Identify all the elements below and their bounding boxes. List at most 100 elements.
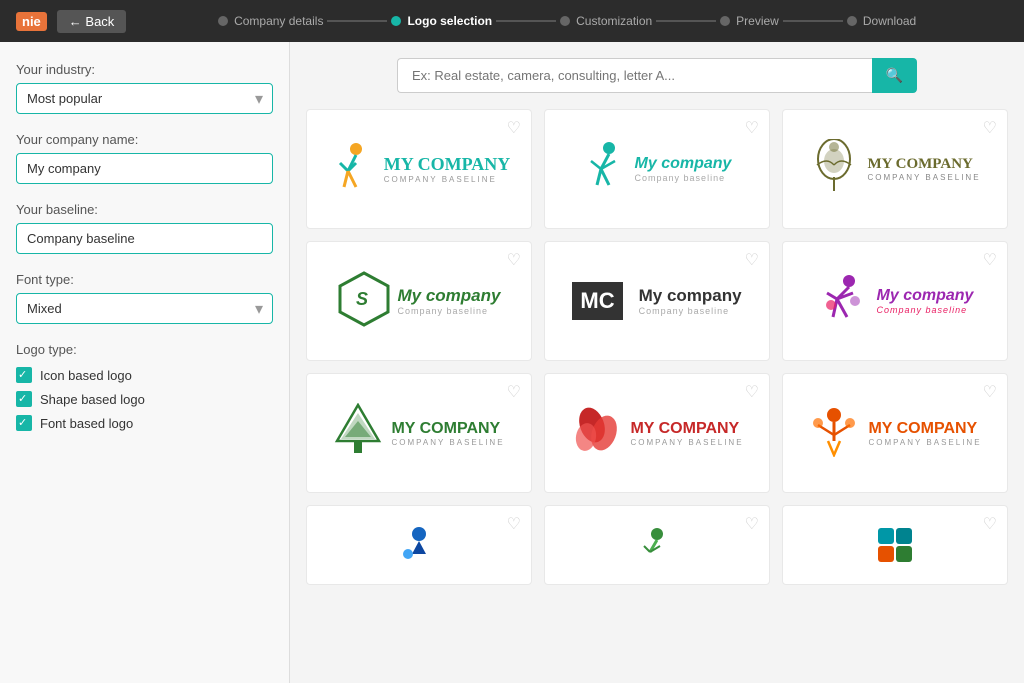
font-type-label: Font type: — [16, 272, 273, 287]
logo5-mc-box: MC — [572, 282, 622, 320]
industry-dropdown-wrapper: Most popularTechnologyHealthcareEducatio… — [16, 83, 273, 114]
logo1-figure — [328, 141, 376, 197]
step-company-details[interactable]: Company details — [218, 14, 323, 28]
industry-select[interactable]: Most popularTechnologyHealthcareEducatio… — [16, 83, 273, 114]
logo-inner-6: My company Company baseline — [817, 273, 974, 330]
shape-based-logo-item: Shape based logo — [16, 391, 273, 407]
logo9-company: MY COMPANY — [868, 420, 981, 438]
baseline-section: Your baseline: — [16, 202, 273, 254]
logo-card-4[interactable]: ♡ S My company Company baseline — [306, 241, 532, 361]
favorite-icon-4[interactable]: ♡ — [507, 250, 521, 270]
logo6-figure — [817, 273, 869, 330]
favorite-icon-11[interactable]: ♡ — [745, 514, 759, 534]
step-preview[interactable]: Preview — [720, 14, 779, 28]
industry-label: Your industry: — [16, 62, 273, 77]
search-button[interactable]: 🔍 — [872, 58, 917, 93]
logo4-company: My company — [398, 286, 501, 306]
logo8-baseline: COMPANY BASELINE — [630, 438, 743, 447]
favorite-icon-10[interactable]: ♡ — [507, 514, 521, 534]
font-based-checkbox[interactable] — [16, 415, 32, 431]
logo-card-9[interactable]: ♡ MY COMPANY COMPA — [782, 373, 1008, 493]
logo-card-2[interactable]: ♡ My company Compa — [544, 109, 770, 229]
step-download[interactable]: Download — [847, 14, 916, 28]
favorite-icon-3[interactable]: ♡ — [983, 118, 997, 138]
main-layout: Your industry: Most popularTechnologyHea… — [0, 42, 1024, 683]
logo-card-12[interactable]: ♡ — [782, 505, 1008, 585]
icon-based-logo-item: Icon based logo — [16, 367, 273, 383]
sidebar: Your industry: Most popularTechnologyHea… — [0, 42, 290, 683]
step-label-logo-selection: Logo selection — [407, 14, 492, 28]
logo-inner-1: MY COMPANY COMPANY BASELINE — [328, 141, 510, 197]
icon-based-checkbox[interactable] — [16, 367, 32, 383]
logo8-company: MY COMPANY — [630, 420, 743, 438]
logo-inner-5: MC My company Company baseline — [572, 282, 741, 320]
logo2-text: My company Company baseline — [635, 155, 732, 183]
logo-inner-3: MY COMPANY COMPANY BASELINE — [809, 139, 980, 200]
company-name-label: Your company name: — [16, 132, 273, 147]
favorite-icon-7[interactable]: ♡ — [507, 382, 521, 402]
company-name-section: Your company name: — [16, 132, 273, 184]
step-dot-4 — [720, 16, 730, 26]
logo-card-7[interactable]: ♡ MY COMPANY COMPANY BASELINE — [306, 373, 532, 493]
icon-based-label: Icon based logo — [40, 368, 132, 383]
step-dot-1 — [218, 16, 228, 26]
logo-type-section: Logo type: Icon based logo Shape based l… — [16, 342, 273, 431]
logo-grid: ♡ MY COMPANY COMPA — [306, 109, 1008, 585]
logo8-diamonds — [570, 405, 622, 462]
logo-card-3[interactable]: ♡ MY COMPANY COMPA — [782, 109, 1008, 229]
logo-card-8[interactable]: ♡ MY COMPANY COMPANY BASELINE — [544, 373, 770, 493]
favorite-icon-12[interactable]: ♡ — [983, 514, 997, 534]
logo-inner-7: MY COMPANY COMPANY BASELINE — [333, 403, 504, 464]
step-label-customization: Customization — [576, 14, 652, 28]
logo4-baseline: Company baseline — [398, 306, 501, 316]
search-bar: 🔍 — [397, 58, 917, 93]
search-input[interactable] — [397, 58, 872, 93]
baseline-input[interactable] — [16, 223, 273, 254]
step-customization[interactable]: Customization — [560, 14, 652, 28]
logo6-baseline: Company baseline — [877, 305, 974, 315]
favorite-icon-6[interactable]: ♡ — [983, 250, 997, 270]
logo7-tree — [333, 403, 383, 464]
logo7-text: MY COMPANY COMPANY BASELINE — [391, 420, 504, 447]
logo5-text: My company Company baseline — [639, 286, 742, 316]
progress-steps: Company details Logo selection Customiza… — [126, 14, 1008, 28]
favorite-icon-5[interactable]: ♡ — [745, 250, 759, 270]
logo-card-11[interactable]: ♡ — [544, 505, 770, 585]
logo1-baseline: COMPANY BASELINE — [384, 175, 510, 184]
step-dot-3 — [560, 16, 570, 26]
logo4-hex: S — [338, 271, 390, 332]
logo-card-10[interactable]: ♡ — [306, 505, 532, 585]
font-type-dropdown-wrapper: MixedSerifSans-serifScriptDisplay ▾ — [16, 293, 273, 324]
logo9-text: MY COMPANY COMPANY BASELINE — [868, 420, 981, 447]
logo3-company: MY COMPANY — [867, 156, 980, 173]
step-label-company-details: Company details — [234, 14, 323, 28]
font-type-select[interactable]: MixedSerifSans-serifScriptDisplay — [16, 293, 273, 324]
step-line-4 — [783, 20, 843, 22]
logo4-text: My company Company baseline — [398, 286, 501, 316]
favorite-icon-1[interactable]: ♡ — [507, 118, 521, 138]
logo-card-6[interactable]: ♡ My company Company baseline — [782, 241, 1008, 361]
back-button[interactable]: ← Back — [57, 10, 127, 33]
favorite-icon-9[interactable]: ♡ — [983, 382, 997, 402]
font-based-label: Font based logo — [40, 416, 133, 431]
font-type-section: Font type: MixedSerifSans-serifScriptDis… — [16, 272, 273, 324]
logo6-text: My company Company baseline — [877, 287, 974, 315]
logo-card-5[interactable]: ♡ MC My company Company baseline — [544, 241, 770, 361]
favorite-icon-2[interactable]: ♡ — [745, 118, 759, 138]
content-area: 🔍 ♡ — [290, 42, 1024, 683]
logo12-icon — [874, 524, 916, 566]
logo-card-1[interactable]: ♡ MY COMPANY COMPA — [306, 109, 532, 229]
shape-based-checkbox[interactable] — [16, 391, 32, 407]
step-dot-2 — [391, 16, 401, 26]
mc-text: MC — [572, 282, 622, 320]
logo1-company: MY COMPANY — [384, 154, 510, 175]
logo7-company: MY COMPANY — [391, 420, 504, 438]
step-label-preview: Preview — [736, 14, 779, 28]
logo5-company: My company — [639, 286, 742, 306]
logo9-star — [808, 405, 860, 462]
logo-inner-8: MY COMPANY COMPANY BASELINE — [570, 405, 743, 462]
logo-inner-2: My company Company baseline — [583, 141, 732, 198]
company-name-input[interactable] — [16, 153, 273, 184]
favorite-icon-8[interactable]: ♡ — [745, 382, 759, 402]
step-logo-selection[interactable]: Logo selection — [391, 14, 492, 28]
